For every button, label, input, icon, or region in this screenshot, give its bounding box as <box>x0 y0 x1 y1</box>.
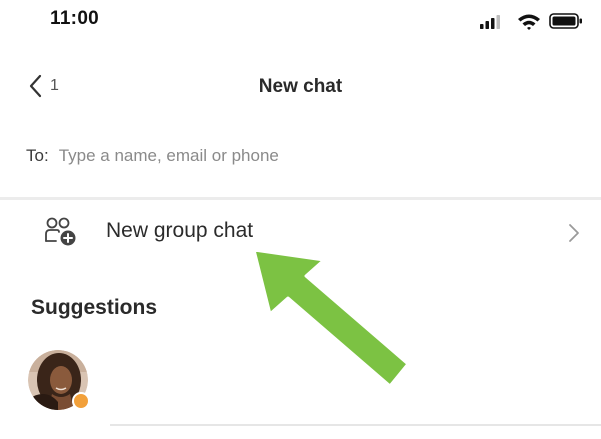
divider <box>0 197 601 200</box>
recipient-input[interactable] <box>58 146 586 166</box>
signal-icon <box>480 15 500 29</box>
presence-away-badge <box>72 392 90 410</box>
group-add-icon <box>45 217 76 246</box>
new-group-chat-label: New group chat <box>106 219 254 242</box>
status-time: 11:00 <box>50 8 100 29</box>
recipient-label: To: <box>26 146 49 165</box>
new-group-chat-button[interactable]: New group chat <box>0 207 601 257</box>
wifi-icon <box>518 14 540 30</box>
suggestion-contact[interactable] <box>28 350 98 412</box>
chevron-right-icon <box>569 224 579 242</box>
battery-icon <box>549 13 582 29</box>
status-bar: 11:00 <box>0 0 601 44</box>
suggestions-heading: Suggestions <box>31 296 158 319</box>
nav-bar: 1 New chat <box>0 62 601 112</box>
list-divider <box>110 424 601 426</box>
recipient-row: To: <box>26 140 586 172</box>
page-title: New chat <box>258 76 343 97</box>
annotation-arrow-icon <box>252 248 410 388</box>
status-icons <box>480 13 582 30</box>
